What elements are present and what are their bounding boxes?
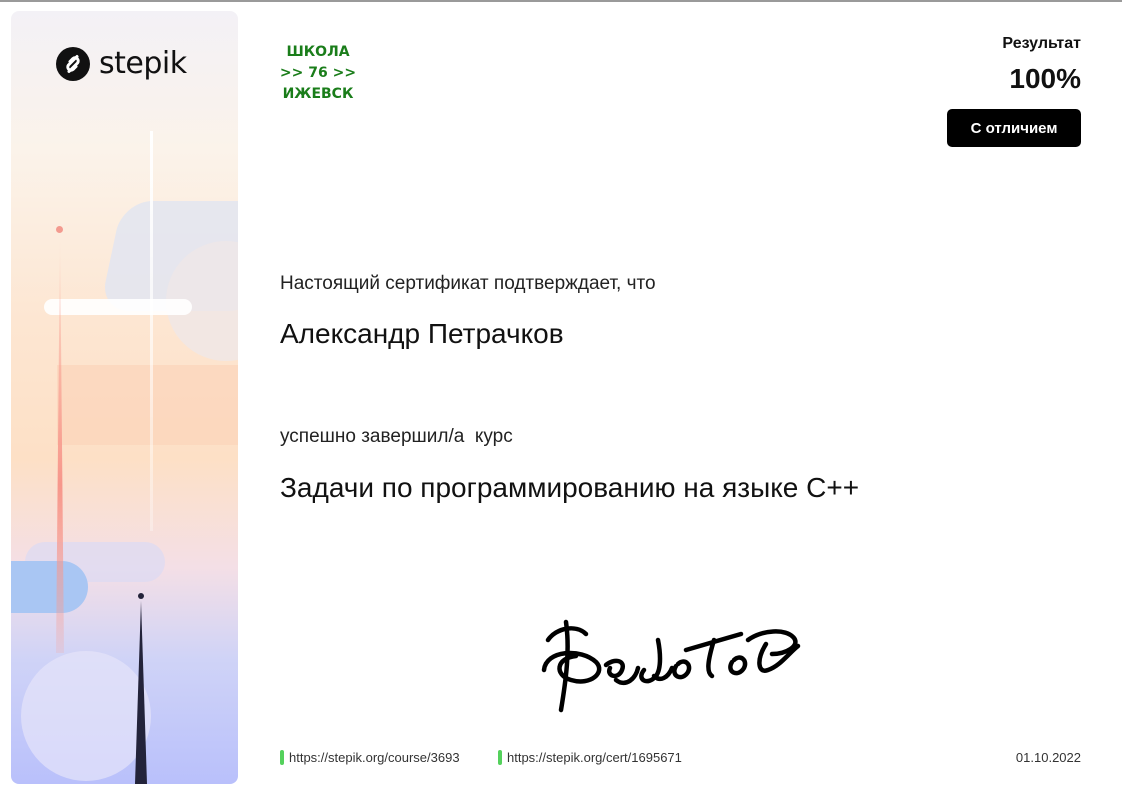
link-marker-icon xyxy=(498,750,502,765)
decor-shape xyxy=(57,365,238,445)
decor-shape xyxy=(21,651,151,781)
course-title: Задачи по программированию на языке C++ xyxy=(280,472,860,503)
result-block: Результат 100% xyxy=(1002,34,1081,96)
handwritten-signature xyxy=(541,619,801,713)
logo-text: stepik xyxy=(99,46,187,81)
decor-dot xyxy=(138,593,144,599)
confirmation-text: Настоящий сертификат подтверждает, что xyxy=(280,273,656,294)
decor-shape xyxy=(11,561,88,613)
school-line-3: ИЖЕВСК xyxy=(282,86,354,102)
school-line-1: ШКОЛА xyxy=(286,44,350,60)
certificate-link[interactable]: https://stepik.org/cert/1695671 xyxy=(498,750,682,765)
stepik-logo: stepik xyxy=(56,47,187,81)
distinction-badge: С отличием xyxy=(947,109,1081,147)
issue-date: 01.10.2022 xyxy=(1015,750,1081,765)
result-value: 100% xyxy=(1009,63,1081,94)
decor-shape xyxy=(44,299,192,315)
stepik-logo-icon xyxy=(56,47,90,81)
decor-line xyxy=(150,131,153,531)
link-marker-icon xyxy=(280,750,284,765)
certificate-link-text: https://stepik.org/cert/1695671 xyxy=(507,750,682,765)
top-border xyxy=(0,0,1122,2)
completion-text: успешно завершил/а курс xyxy=(280,426,513,447)
course-link[interactable]: https://stepik.org/course/3693 xyxy=(280,750,460,765)
decor-dot xyxy=(56,226,63,233)
recipient-name: Александр Петрачков xyxy=(280,318,564,349)
course-link-text: https://stepik.org/course/3693 xyxy=(289,750,460,765)
school-line-2: >> 76 >> xyxy=(279,65,357,81)
result-label: Результат xyxy=(1002,35,1081,52)
school-stamp: ШКОЛА >> 76 >> ИЖЕВСК xyxy=(270,42,366,105)
decorative-side-panel xyxy=(11,11,238,784)
